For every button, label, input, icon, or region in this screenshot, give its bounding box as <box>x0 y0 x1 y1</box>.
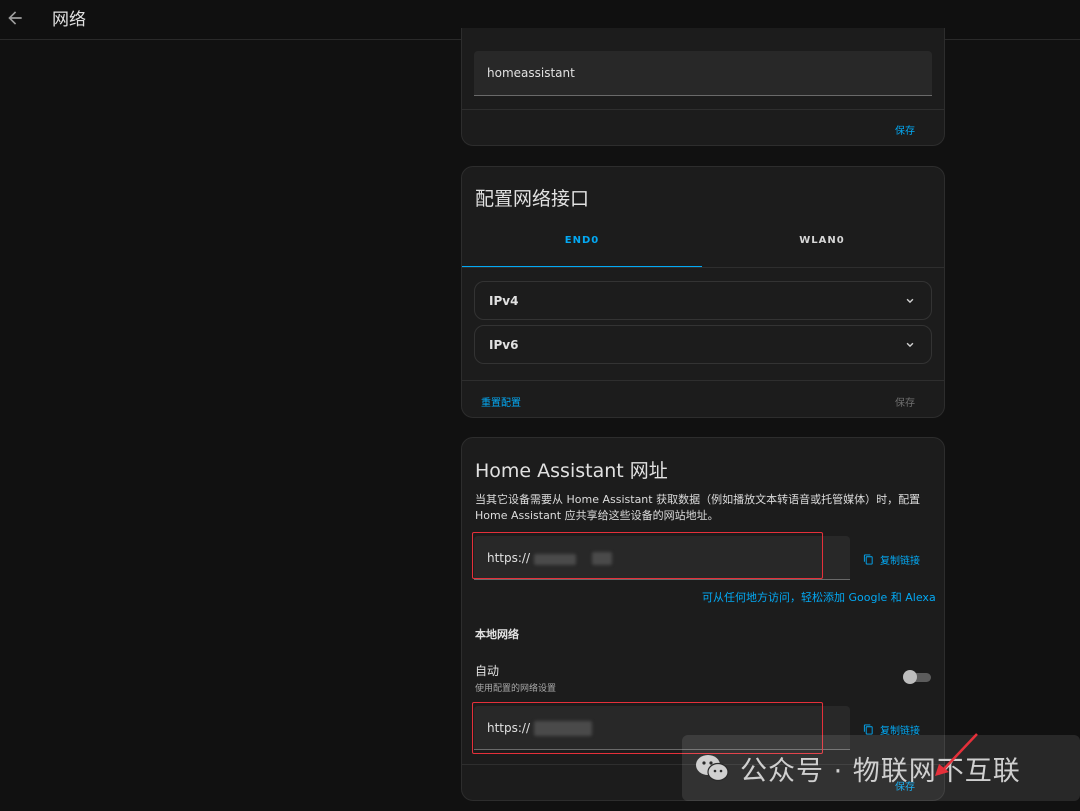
card-divider <box>462 380 944 381</box>
watermark: 公众号 · 物联网不互联 <box>682 735 1080 801</box>
card-divider <box>462 109 944 110</box>
auto-title: 自动 <box>475 664 500 678</box>
hostname-save-button[interactable]: 保存 <box>895 122 915 137</box>
copy-external-url-label: 复制链接 <box>880 556 920 567</box>
tabs-divider <box>462 267 944 268</box>
ipv6-expander[interactable]: IPv6 <box>474 325 932 364</box>
page-title: 网络 <box>52 10 86 30</box>
tab-wlan0[interactable]: WLAN0 <box>702 214 942 267</box>
external-url-field[interactable]: https:// <box>474 536 850 580</box>
copy-icon <box>863 554 873 565</box>
copy-icon <box>863 724 873 735</box>
auto-toggle[interactable] <box>903 670 933 684</box>
reset-config-button[interactable]: 重置配置 <box>481 394 521 409</box>
hostname-card: homeassistant 保存 <box>461 28 945 146</box>
ipv6-label: IPv6 <box>489 337 519 352</box>
interface-card-title: 配置网络接口 <box>475 188 590 210</box>
redacted-text <box>534 554 576 565</box>
url-card-description: 当其它设备需要从 Home Assistant 获取数据（例如播放文本转语音或托… <box>475 493 921 522</box>
cloud-access-link[interactable]: 可从任何地方访问，轻松添加 Google 和 Alexa <box>702 589 936 605</box>
back-arrow-icon[interactable] <box>5 8 25 28</box>
copy-external-url-button[interactable]: 复制链接 <box>863 552 920 567</box>
redacted-text <box>592 552 612 565</box>
chevron-down-icon <box>906 298 914 304</box>
wechat-icon <box>696 755 729 782</box>
auto-subtitle: 使用配置的网络设置 <box>475 684 557 694</box>
redacted-text <box>534 721 592 736</box>
interface-save-button[interactable]: 保存 <box>895 394 915 409</box>
chevron-down-icon <box>906 342 914 348</box>
toggle-knob <box>903 670 917 684</box>
external-url-value: https:// <box>487 550 531 565</box>
internal-url-value: https:// <box>487 720 531 735</box>
ipv4-label: IPv4 <box>489 293 519 308</box>
ipv4-expander[interactable]: IPv4 <box>474 281 932 320</box>
network-interface-card: 配置网络接口 END0 WLAN0 IPv4 IPv6 重置配置 保存 <box>461 166 945 418</box>
tab-end0[interactable]: END0 <box>462 214 702 267</box>
hostname-value: homeassistant <box>487 66 575 80</box>
url-card-title: Home Assistant 网址 <box>475 460 668 482</box>
annotation-arrow-icon <box>935 733 978 776</box>
local-network-heading: 本地网络 <box>475 628 519 641</box>
hostname-field[interactable]: homeassistant <box>474 51 932 96</box>
